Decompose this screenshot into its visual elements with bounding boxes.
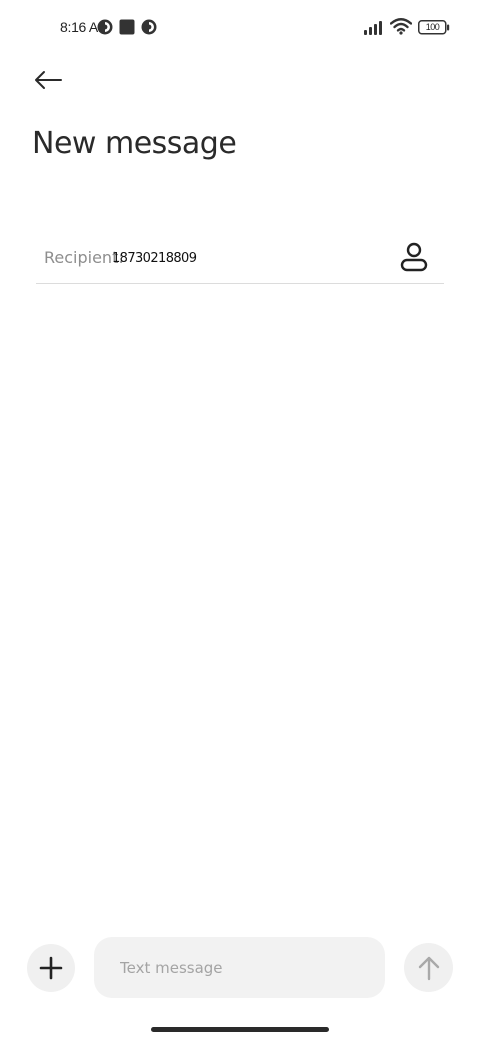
- send-button[interactable]: [404, 943, 453, 992]
- plus-icon: [39, 956, 63, 980]
- screen: 8:16 AM 100 New message Recipient: 18730…: [0, 0, 480, 1040]
- wifi-icon: [390, 18, 412, 35]
- recipient-input[interactable]: [112, 244, 382, 272]
- status-bar: 8:16 AM 100: [0, 0, 480, 56]
- battery-level: 100: [425, 22, 440, 32]
- message-input-container: [94, 937, 385, 998]
- person-icon: [400, 242, 428, 272]
- select-contact-button[interactable]: [396, 240, 432, 274]
- add-attachment-button[interactable]: [27, 944, 75, 992]
- arrow-left-icon: [35, 71, 62, 89]
- home-indicator[interactable]: [151, 1027, 329, 1032]
- app-notification-icon: [97, 19, 113, 35]
- back-button[interactable]: [30, 64, 66, 96]
- arrow-up-icon: [418, 956, 439, 980]
- message-input[interactable]: [120, 955, 370, 981]
- page-title: New message: [32, 126, 237, 161]
- recipient-field: Recipient:: [36, 236, 444, 284]
- signal-bars-icon: [364, 21, 382, 35]
- app-notification-icon: [141, 19, 157, 35]
- square-notification-icon: [119, 19, 135, 35]
